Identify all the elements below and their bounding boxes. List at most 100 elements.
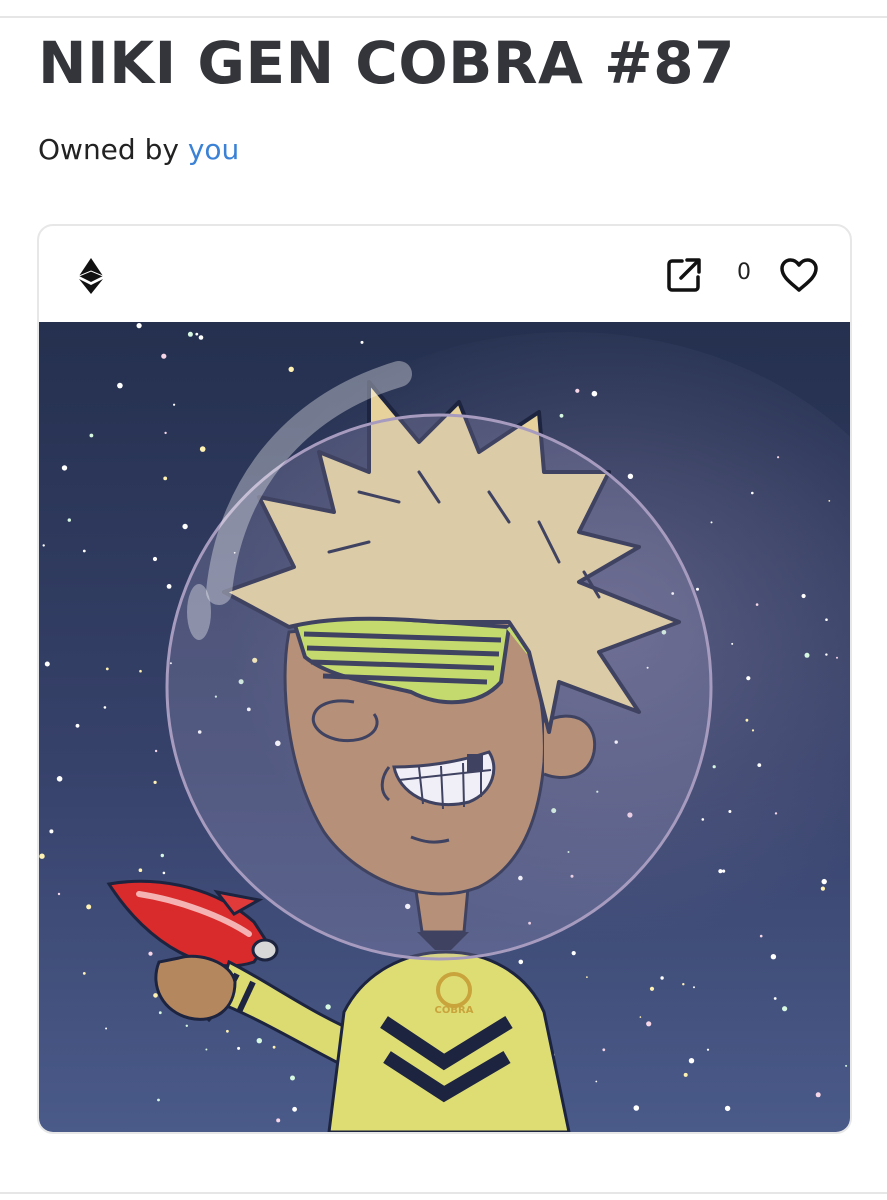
star — [770, 954, 777, 960]
star — [136, 323, 142, 329]
star — [825, 618, 828, 621]
nft-artwork-image[interactable]: COBRA — [39, 322, 850, 1132]
star — [649, 986, 655, 991]
star — [226, 1029, 229, 1033]
external-link-icon[interactable] — [666, 257, 702, 293]
star — [559, 413, 564, 418]
star — [325, 1004, 331, 1010]
star — [821, 878, 827, 885]
star — [153, 993, 158, 998]
star — [157, 1098, 160, 1102]
owner-line: Owned by you — [38, 132, 239, 168]
star — [292, 1106, 297, 1112]
star — [602, 1048, 606, 1052]
star — [148, 951, 153, 956]
star — [710, 521, 713, 524]
star — [688, 1058, 695, 1064]
star — [633, 1105, 640, 1111]
star — [105, 667, 109, 671]
star — [195, 332, 199, 336]
nft-card: 0 COBRA — [37, 224, 852, 1134]
star — [288, 366, 294, 372]
star — [575, 388, 580, 393]
star — [49, 829, 54, 834]
star — [117, 382, 123, 389]
star — [696, 587, 699, 591]
star — [160, 853, 164, 858]
star — [745, 718, 749, 722]
star — [61, 465, 68, 471]
star — [290, 1075, 295, 1081]
star — [360, 340, 364, 344]
card-header: 0 — [39, 226, 850, 322]
star — [646, 1021, 652, 1027]
cobra-emblem-text: COBRA — [435, 1005, 474, 1016]
like-count: 0 — [737, 260, 751, 285]
star — [42, 544, 45, 547]
star — [836, 656, 838, 659]
star — [67, 518, 71, 522]
star — [595, 1080, 598, 1083]
star — [718, 869, 723, 874]
star — [682, 983, 685, 986]
star — [57, 892, 61, 896]
star — [724, 1105, 731, 1112]
star — [639, 1016, 642, 1018]
star — [199, 446, 206, 452]
star — [164, 431, 167, 435]
star — [39, 853, 45, 859]
star — [828, 500, 831, 502]
star — [701, 818, 705, 821]
star — [56, 776, 63, 782]
star — [773, 997, 777, 1000]
star — [683, 1072, 688, 1077]
star — [166, 584, 172, 589]
star — [571, 951, 576, 956]
star — [187, 331, 193, 337]
owner-link[interactable]: you — [188, 133, 239, 166]
star — [82, 972, 86, 975]
star — [276, 1118, 281, 1123]
star — [105, 1027, 108, 1030]
star — [161, 353, 167, 359]
star — [103, 706, 107, 709]
star — [777, 456, 780, 459]
star — [138, 868, 143, 872]
star — [755, 603, 759, 606]
star — [731, 642, 734, 645]
heart-icon[interactable] — [779, 257, 819, 293]
star — [751, 729, 755, 732]
star — [256, 1038, 262, 1044]
star — [163, 476, 168, 481]
star — [198, 335, 204, 340]
page-title: NIKI GEN COBRA #87 — [38, 29, 735, 97]
star — [75, 723, 80, 728]
star — [820, 886, 826, 891]
star — [86, 904, 92, 910]
star — [693, 986, 695, 989]
star — [154, 749, 158, 753]
star — [712, 765, 716, 769]
star — [139, 669, 142, 673]
star — [44, 661, 50, 667]
star — [757, 763, 762, 767]
star — [518, 959, 524, 965]
ethereum-icon — [79, 258, 103, 294]
star — [591, 390, 598, 397]
star — [586, 976, 588, 978]
star — [746, 676, 751, 681]
star — [185, 1024, 188, 1027]
star — [627, 473, 634, 479]
star — [759, 934, 763, 938]
star — [728, 810, 732, 813]
star — [182, 523, 188, 530]
star — [153, 780, 157, 784]
bottom-divider — [0, 1192, 887, 1194]
star — [804, 652, 810, 658]
star — [205, 1048, 208, 1051]
star — [272, 1045, 276, 1049]
star — [173, 403, 176, 406]
owner-prefix: Owned by — [38, 133, 179, 166]
star — [774, 812, 778, 815]
star — [845, 1064, 848, 1067]
